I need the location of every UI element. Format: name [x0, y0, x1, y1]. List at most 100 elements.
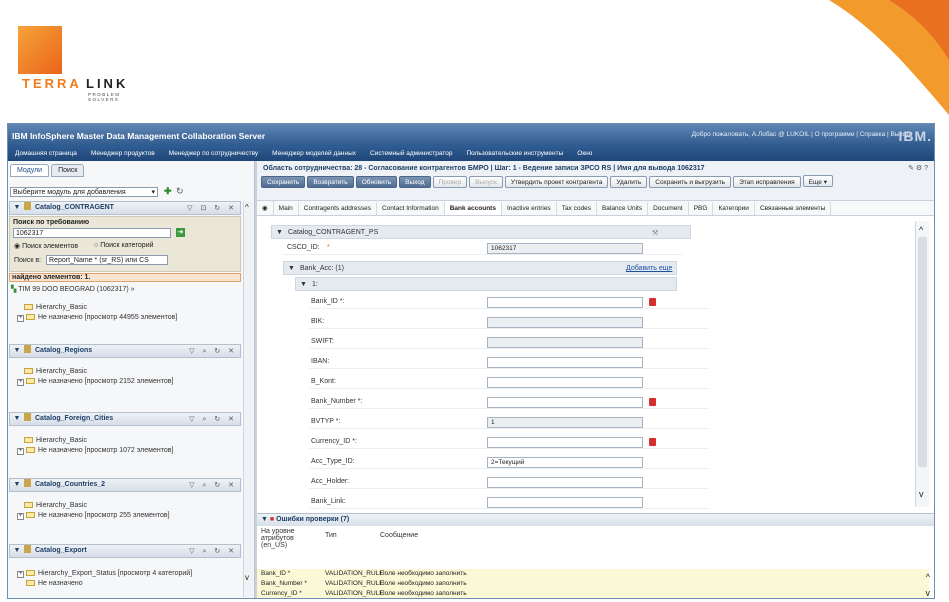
bank-acc-item[interactable]: ▼ 1:	[295, 277, 677, 291]
add-more-link[interactable]: Добавить еще	[626, 265, 672, 272]
menu-window[interactable]: Окно	[570, 146, 599, 157]
swift-field[interactable]	[487, 337, 643, 348]
error-row[interactable]: Bank_Number * VALIDATION_RULE Поле необход…	[257, 579, 929, 589]
error-row[interactable]: Bank_ID * VALIDATION_RULE Поле необходимо …	[257, 569, 929, 579]
bvtyp-field[interactable]: 1	[487, 417, 643, 428]
panel-tool-icons[interactable]: ▽ ⌕ ↻ ✕	[189, 415, 237, 424]
search-input[interactable]: 1062317	[13, 228, 171, 238]
panel-tool-icons[interactable]: ▽ ⊡ ↻ ✕	[187, 204, 237, 212]
radio-search-items[interactable]: ◉ Поиск элементов	[14, 242, 78, 250]
c2-hierarchy[interactable]: Hierarchy_Basic	[24, 368, 87, 375]
collapse-icon[interactable]: ▼	[261, 516, 268, 523]
c2-unassigned[interactable]: + Не назначено [просмотр 2152 элементов]	[17, 378, 173, 386]
tab-addresses[interactable]: Contragents addresses	[299, 202, 377, 215]
wrench-icon[interactable]: ⚒	[652, 229, 658, 237]
bik-field[interactable]	[487, 317, 643, 328]
tab-categories[interactable]: Категории	[713, 202, 755, 215]
header-tool-icons[interactable]: ✎ ⚙ ?	[908, 164, 928, 172]
c4-unassigned[interactable]: + Не назначено [просмотр 255 элементов]	[17, 512, 170, 520]
radio-search-categories[interactable]: ○ Поиск категорий	[94, 242, 154, 249]
item-toggle-icon[interactable]: ▼	[300, 281, 307, 288]
cscd-field[interactable]: 1062317	[487, 243, 643, 254]
tab-document[interactable]: Document	[648, 202, 689, 215]
acc-type-field[interactable]: 2=Текущий	[487, 457, 643, 468]
revert-button[interactable]: Возвратить	[307, 176, 354, 188]
errors-header[interactable]: ▼ ■ Ошибки проверки (7)	[257, 514, 934, 526]
form-scrollbar[interactable]: ^ v	[915, 221, 929, 507]
menu-sysadmin[interactable]: Системный администратор	[363, 146, 459, 157]
tabs-scroll-left-icon[interactable]: ◉	[257, 201, 274, 215]
panel-tool-icons[interactable]: ▽ ⌕ ↻ ✕	[189, 481, 237, 490]
currency-id-field[interactable]	[487, 437, 643, 448]
c4-hierarchy[interactable]: Hierarchy_Basic	[24, 502, 87, 509]
scroll-up-icon[interactable]: ^	[245, 203, 249, 212]
refresh-icon[interactable]: ↻	[176, 186, 184, 197]
tab-contact-info[interactable]: Contact Information	[377, 202, 445, 215]
tab-linked-items[interactable]: Связанные элементы	[755, 202, 832, 215]
c5-unassigned[interactable]: Не назначено	[26, 580, 83, 587]
fix-stage-button[interactable]: Этап исправления	[733, 176, 801, 188]
menu-user-tools[interactable]: Пользовательские инструменты	[459, 146, 570, 157]
exit-button[interactable]: Выход	[399, 176, 431, 188]
catalog-contragent-header[interactable]: ▼ Catalog_CONTRAGENT ▽ ⊡ ↻ ✕	[9, 201, 241, 215]
catalog-regions-header[interactable]: ▼ Catalog_Regions ▽ ⌕ ↻ ✕	[9, 344, 241, 358]
c3-hierarchy[interactable]: Hierarchy_Basic	[24, 437, 87, 444]
scroll-down-icon[interactable]: v	[919, 489, 924, 499]
expand-icon[interactable]: +	[17, 379, 24, 386]
tab-tax-codes[interactable]: Tax codes	[557, 202, 597, 215]
collapse-icon[interactable]: ▼	[12, 547, 22, 554]
catalog-countries-header[interactable]: ▼ Catalog_Countries_2 ▽ ⌕ ↻ ✕	[9, 478, 241, 492]
menu-collaboration[interactable]: Менеджер по сотрудничеству	[162, 146, 265, 157]
bank-id-field[interactable]	[487, 297, 643, 308]
menu-products[interactable]: Менеджер продуктов	[84, 146, 162, 157]
group-toggle-icon[interactable]: ▼	[276, 229, 283, 236]
tab-balance-units[interactable]: Balance Units	[597, 202, 649, 215]
release-button[interactable]: Выпуск	[469, 176, 503, 188]
scroll-down-icon[interactable]: v	[245, 573, 249, 582]
c3-unassigned[interactable]: + Не назначено [просмотр 1072 элементов]	[17, 447, 173, 455]
search-go-icon[interactable]: ➜	[176, 228, 185, 237]
scroll-up-icon[interactable]: ^	[919, 225, 923, 235]
tab-bank-accounts[interactable]: Bank accounts	[444, 202, 502, 215]
scroll-thumb[interactable]	[918, 237, 927, 467]
panel-tool-icons[interactable]: ▽ ⌕ ↻ ✕	[189, 547, 237, 556]
tab-pbg[interactable]: PBG	[689, 202, 714, 215]
scroll-up-icon[interactable]: ^	[926, 572, 930, 582]
check-button[interactable]: Провер	[432, 176, 468, 188]
bank-number-field[interactable]	[487, 397, 643, 408]
b-kont-field[interactable]	[487, 377, 643, 388]
expand-icon[interactable]: +	[17, 571, 24, 578]
collapse-icon[interactable]: ▼	[12, 481, 22, 488]
left-scrollbar[interactable]: ^ v	[243, 201, 253, 597]
bank-acc-toggle-icon[interactable]: ▼	[288, 265, 295, 272]
expand-icon[interactable]: +	[17, 513, 24, 520]
save-export-button[interactable]: Сохранить и выгрузить	[649, 176, 732, 188]
iban-field[interactable]	[487, 357, 643, 368]
add-module-icon[interactable]: ✚	[164, 186, 172, 197]
collapse-icon[interactable]: ▼	[12, 347, 22, 354]
found-item[interactable]: ▚ TIM 99 DOO BEOGRAD (1062317) »	[11, 285, 135, 293]
bank-acc-group[interactable]: ▼ Bank_Acc: (1) Добавить еще	[283, 261, 677, 275]
bank-link-field[interactable]	[487, 497, 643, 508]
tab-inactive[interactable]: Inactive entries	[502, 202, 557, 215]
menu-home[interactable]: Домашняя страница	[8, 146, 84, 157]
group-catalog-contragent[interactable]: ▼ Catalog_CONTRAGENT_PS ⚒	[271, 225, 691, 239]
expand-icon[interactable]: +	[17, 448, 24, 455]
module-select[interactable]: Выберите модуль для добавления ▾	[10, 187, 158, 197]
more-button[interactable]: Еще ▾	[802, 175, 833, 187]
error-row[interactable]: Currency_ID * VALIDATION_RULE Поле необход…	[257, 589, 929, 598]
c1-unassigned[interactable]: + Не назначено [просмотр 44955 элементов]	[17, 314, 177, 322]
collapse-icon[interactable]: ▼	[12, 415, 22, 422]
expand-icon[interactable]: +	[17, 315, 24, 322]
user-links[interactable]: Добро пожаловать, A.Лобас @ LUKOIL | О п…	[692, 131, 910, 138]
save-button[interactable]: Сохранить	[261, 176, 306, 188]
approve-button[interactable]: Утвердить проект контрагента	[504, 176, 609, 188]
tab-modules[interactable]: Модули	[10, 164, 50, 177]
panel-tool-icons[interactable]: ▽ ⌕ ↻ ✕	[189, 347, 237, 356]
c5-export-status[interactable]: + Hierarchy_Export_Status [просмотр 4 кат…	[17, 570, 192, 578]
scroll-down-icon[interactable]: v	[926, 588, 931, 598]
search-in-select[interactable]: Report_Name * (sr_RS) или CS	[46, 255, 168, 265]
tab-search[interactable]: Поиск	[51, 164, 85, 177]
c1-hierarchy[interactable]: Hierarchy_Basic	[24, 304, 87, 311]
acc-holder-field[interactable]	[487, 477, 643, 488]
